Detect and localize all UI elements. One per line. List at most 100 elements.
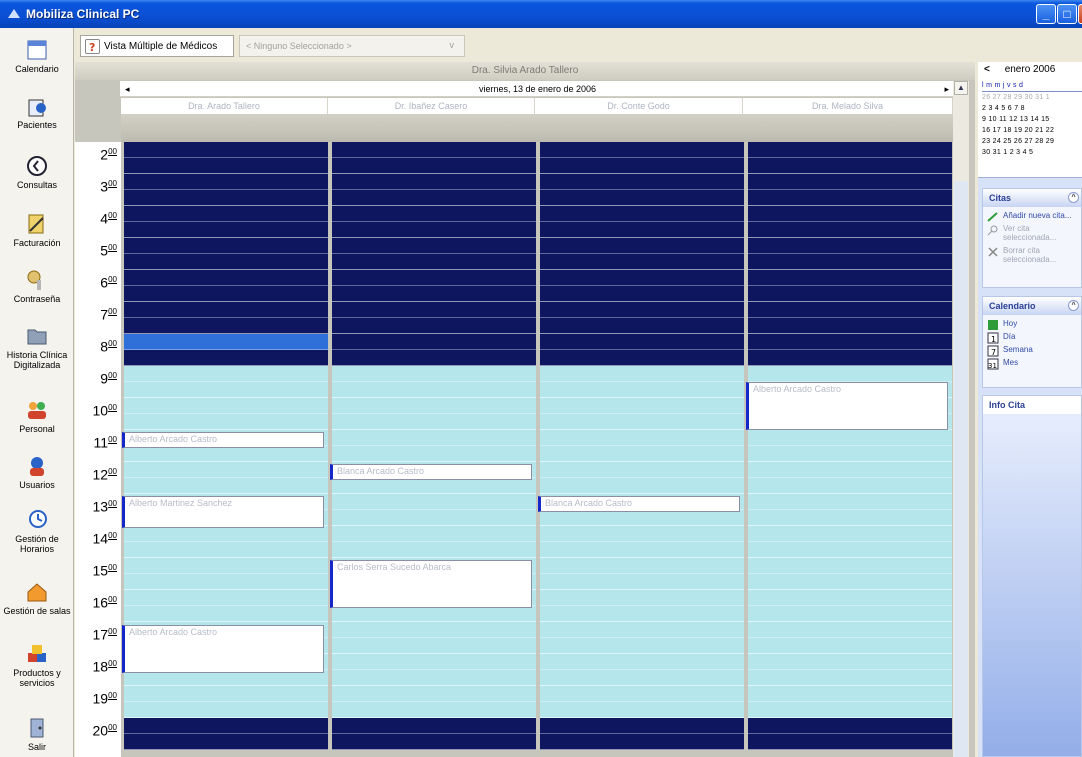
hour-slot[interactable] (124, 590, 328, 622)
hour-slot[interactable] (748, 590, 952, 622)
hour-slot[interactable] (540, 302, 744, 334)
hour-slot[interactable] (124, 270, 328, 302)
hour-slot[interactable] (332, 270, 536, 302)
hour-slot[interactable] (748, 430, 952, 462)
hour-slot[interactable] (540, 558, 744, 590)
hour-slot[interactable] (540, 622, 744, 654)
day-view-link[interactable]: 1 Día (983, 332, 1081, 344)
mini-calendar-week[interactable]: 23 24 25 26 27 28 29 (982, 138, 1082, 148)
hour-slot[interactable] (124, 462, 328, 494)
hour-slot[interactable] (124, 526, 328, 558)
hour-slot[interactable] (748, 270, 952, 302)
nav-item-historia[interactable]: Historia Clínica Digitalizada (0, 324, 74, 370)
appointment[interactable]: Blanca Arcado Castro (330, 464, 532, 480)
nav-item-personal[interactable]: Personal (0, 398, 74, 434)
hour-slot[interactable] (124, 206, 328, 238)
day-column[interactable]: Alberto Arcado Castro (746, 142, 952, 757)
hour-slot[interactable] (332, 526, 536, 558)
nav-item-salas[interactable]: Gestión de salas (0, 580, 74, 616)
doctor-select[interactable]: < Ninguno Seleccionado > v (239, 35, 465, 57)
mini-calendar-week[interactable]: 2 3 4 5 6 7 8 (982, 105, 1082, 115)
hour-slot[interactable] (332, 206, 536, 238)
nav-item-facturacion[interactable]: Facturación (0, 212, 74, 248)
hour-slot[interactable] (540, 462, 744, 494)
hour-slot[interactable] (332, 654, 536, 686)
nav-item-horarios[interactable]: Gestión de Horarios (0, 508, 74, 554)
hour-slot[interactable] (540, 686, 744, 718)
hour-slot[interactable] (748, 142, 952, 174)
prev-month-arrow[interactable]: < (984, 64, 990, 75)
nav-item-consultas[interactable]: Consultas (0, 154, 74, 190)
add-appointment-link[interactable]: Añadir nueva cita... (983, 211, 1081, 222)
hour-slot[interactable] (124, 398, 328, 430)
hour-slot[interactable] (748, 654, 952, 686)
hour-slot[interactable] (540, 174, 744, 206)
scroll-up-icon[interactable]: ▲ (954, 81, 968, 95)
appointment[interactable]: Alberto Arcado Castro (122, 432, 324, 448)
hour-slot[interactable] (748, 462, 952, 494)
hour-slot[interactable] (332, 302, 536, 334)
hour-slot[interactable] (748, 174, 952, 206)
nav-item-salir[interactable]: Salir (0, 716, 74, 752)
column-header-doctor[interactable]: Dra. Melado Silva (743, 98, 953, 114)
nav-item-productos[interactable]: Productos y servicios (0, 642, 74, 688)
hour-slot[interactable] (332, 334, 536, 366)
collapse-icon[interactable]: ^ (1068, 192, 1079, 203)
nav-item-contrasena[interactable]: Contraseña (0, 268, 74, 304)
hour-slot[interactable] (748, 526, 952, 558)
appointment[interactable]: Alberto Arcado Castro (122, 625, 324, 673)
scroll-track[interactable] (954, 181, 968, 757)
appointment[interactable]: Alberto Arcado Castro (746, 382, 948, 430)
close-button[interactable]: × (1078, 4, 1082, 24)
hour-slot[interactable] (124, 238, 328, 270)
hour-slot[interactable] (748, 622, 952, 654)
hour-slot[interactable] (748, 302, 952, 334)
day-column[interactable]: Alberto Arcado Castro Alberto Martinez Sa… (122, 142, 328, 757)
hour-slot[interactable] (748, 686, 952, 718)
hour-slot[interactable] (540, 142, 744, 174)
hour-slot[interactable] (540, 398, 744, 430)
mini-calendar-week[interactable]: 16 17 18 19 20 21 22 (982, 127, 1082, 137)
hour-slot[interactable] (540, 718, 744, 750)
hour-slot[interactable] (540, 238, 744, 270)
nav-item-usuarios[interactable]: Usuarios (0, 454, 74, 490)
hour-slot[interactable] (748, 494, 952, 526)
minimize-button[interactable]: _ (1036, 4, 1056, 24)
prev-day-arrow-icon[interactable]: ◂ (125, 81, 130, 97)
hour-slot[interactable] (540, 526, 744, 558)
column-header-doctor[interactable]: Dr. Ibañez Casero (328, 98, 535, 114)
week-view-link[interactable]: 7 Semana (983, 345, 1081, 357)
hour-slot[interactable] (748, 206, 952, 238)
mini-calendar-week[interactable]: 30 31 1 2 3 4 5 (982, 149, 1082, 159)
hour-slot[interactable] (124, 686, 328, 718)
hour-slot[interactable] (332, 366, 536, 398)
delete-appointment-link[interactable]: Borrar cita seleccionada... (983, 246, 1081, 264)
month-view-link[interactable]: 31 Mes (983, 358, 1081, 370)
hour-slot[interactable] (332, 398, 536, 430)
hour-slot[interactable] (124, 718, 328, 750)
appointment[interactable]: Carlos Serra Sucedo Abarca (330, 560, 532, 608)
hour-slot[interactable] (332, 430, 536, 462)
hour-slot[interactable] (124, 142, 328, 174)
hour-slot[interactable] (748, 334, 952, 366)
hour-slot[interactable] (124, 302, 328, 334)
mini-calendar[interactable]: < enero 2006 l m m j v s d 26 27 28 29 3… (978, 62, 1082, 178)
hour-slot[interactable] (332, 686, 536, 718)
hour-slot[interactable] (332, 142, 536, 174)
day-column[interactable]: Blanca Arcado Castro Carlos Serra Sucedo … (330, 142, 536, 757)
mini-calendar-week[interactable]: 9 10 11 12 13 14 15 (982, 116, 1082, 126)
appointment[interactable]: Alberto Martinez Sanchez (122, 496, 324, 528)
hour-slot[interactable] (540, 590, 744, 622)
hour-slot[interactable] (748, 718, 952, 750)
hour-slot[interactable] (332, 718, 536, 750)
hour-slot[interactable] (124, 558, 328, 590)
hour-slot[interactable] (748, 238, 952, 270)
multi-doctor-view-button[interactable]: ? Vista Múltiple de Médicos (80, 35, 234, 57)
column-header-doctor[interactable]: Dr. Conte Godo (535, 98, 743, 114)
day-column[interactable]: Blanca Arcado Castro (538, 142, 744, 757)
hour-slot[interactable] (332, 494, 536, 526)
hour-slot[interactable] (124, 366, 328, 398)
mini-calendar-week[interactable]: 26 27 28 29 30 31 1 (982, 94, 1082, 104)
view-appointment-link[interactable]: Ver cita seleccionada... (983, 224, 1081, 242)
appointment[interactable]: Blanca Arcado Castro (538, 496, 740, 512)
